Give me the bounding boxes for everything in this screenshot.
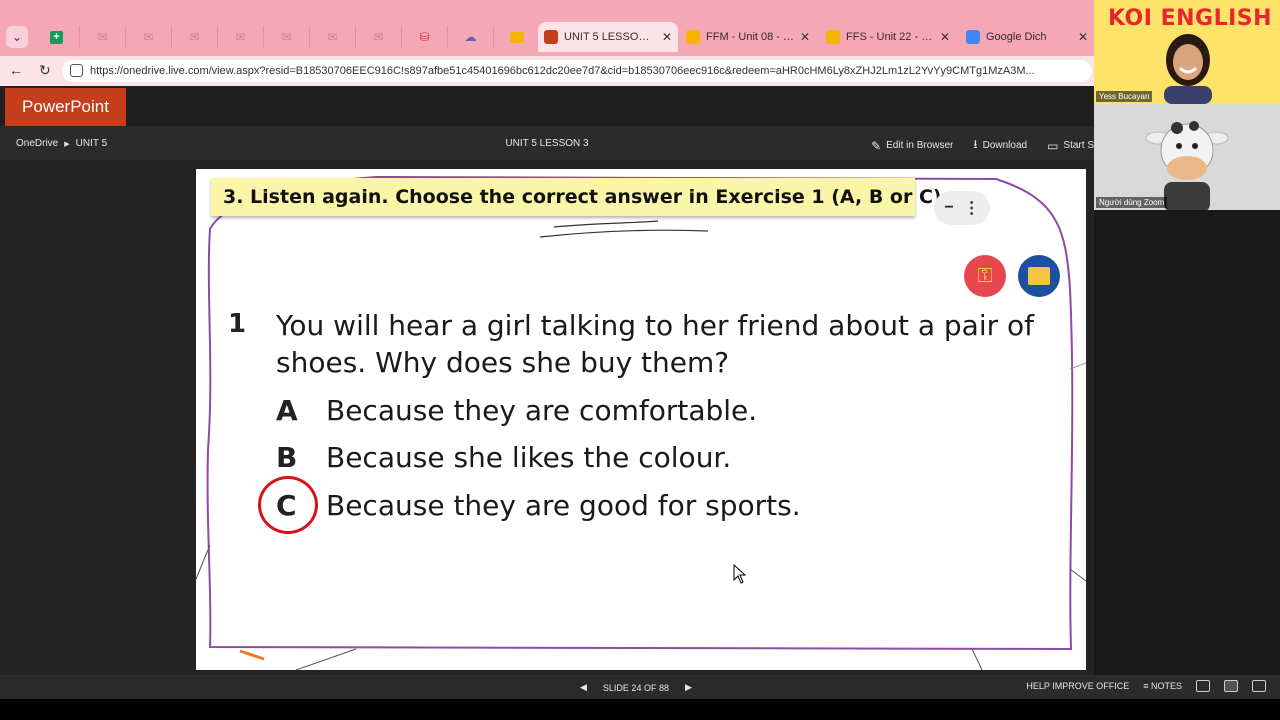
option-letter: B	[276, 440, 298, 474]
status-right: HELP IMPROVE OFFICE ≡ NOTES	[1026, 680, 1266, 692]
pencil-icon: ✎	[871, 138, 882, 153]
question-text: You will hear a girl talking to her frie…	[276, 309, 1035, 379]
back-arrow-icon[interactable]: ←	[9, 62, 23, 78]
browser-tab-bar: ⌄ + ✉ ✉ ✉ ✉ ✉ ✉ ✉ ⛁ ☁ UNIT 5 LESSON 3.pp…	[0, 0, 1094, 56]
pinned-tab-3[interactable]: ✉	[172, 26, 218, 48]
option-c: C Because they are good for sports.	[276, 485, 801, 525]
tab-unit5-lesson3[interactable]: UNIT 5 LESSON 3.ppt ✕	[538, 22, 678, 52]
tab-ffs-unit22[interactable]: FFS - Unit 22 - In our ✕	[820, 24, 956, 50]
powerpoint-favicon-icon	[544, 30, 558, 44]
url-text: https://onedrive.live.com/view.aspx?resi…	[90, 65, 1035, 77]
site-info-icon[interactable]	[70, 64, 83, 77]
slides-favicon-icon	[686, 30, 700, 44]
exercise-instruction: 3. Listen again. Choose the correct answ…	[211, 178, 949, 216]
option-b: B Because she likes the colour.	[276, 437, 731, 477]
viewer-actions: ✎ Edit in Browser ⭳ Download ▭ Start S	[871, 135, 1094, 156]
slides-favicon-icon	[826, 30, 840, 44]
tab-close-icon[interactable]: ✕	[662, 30, 672, 44]
pinned-tab-1[interactable]: ✉	[80, 26, 126, 48]
status-bar: ◀ SLIDE 24 OF 88 ▶ HELP IMPROVE OFFICE ≡…	[0, 675, 1280, 699]
tab-title: FFS - Unit 22 - In our	[846, 31, 934, 43]
slide-mini-toolbar[interactable]: − ⋮	[934, 191, 990, 225]
pinned-tab-5[interactable]: ✉	[264, 26, 310, 48]
tab-ffm-unit08[interactable]: FFM - Unit 08 - The h ✕	[680, 24, 816, 50]
tab-search-button[interactable]: ⌄	[6, 26, 28, 48]
pinned-tab-slides[interactable]	[494, 26, 540, 48]
participant-name-tag: Yess Bucayan	[1096, 91, 1153, 102]
app-logo[interactable]: PowerPoint	[5, 88, 126, 126]
pinned-tab-2[interactable]: ✉	[126, 26, 172, 48]
option-text: Because they are comfortable.	[326, 393, 758, 427]
tab-close-icon[interactable]: ✕	[1078, 30, 1088, 44]
pinned-tab-4[interactable]: ✉	[218, 26, 264, 48]
address-bar-row: ← ↻ https://onedrive.live.com/view.aspx?…	[0, 56, 1094, 86]
slide-counter: SLIDE 24 OF 88	[602, 682, 669, 693]
next-slide-icon[interactable]: ▶	[685, 682, 692, 693]
edit-in-browser-button[interactable]: ✎ Edit in Browser	[871, 139, 953, 153]
edit-label: Edit in Browser	[886, 140, 954, 151]
tab-google-dich[interactable]: Google Dich ✕	[960, 24, 1094, 50]
taskbar-strip	[0, 699, 1280, 720]
answer-circle-mark	[258, 476, 318, 534]
notes-button[interactable]: ≡ NOTES	[1143, 681, 1182, 691]
download-label: Download	[982, 140, 1028, 151]
tab-close-icon[interactable]: ✕	[800, 30, 810, 44]
download-icon: ⭳	[973, 137, 978, 151]
minimize-icon[interactable]: −	[944, 199, 953, 217]
participant-name-tag: Người dùng Zoom	[1096, 197, 1168, 208]
option-text: Because they are good for sports.	[326, 488, 801, 522]
previous-slide-icon[interactable]: ◀	[580, 682, 587, 693]
start-slideshow-button[interactable]: ▭ Start S	[1047, 139, 1094, 153]
pinned-tab-acrobat[interactable]: ⛁	[402, 26, 448, 48]
tab-close-icon[interactable]: ✕	[940, 30, 950, 44]
download-button[interactable]: ⭳ Download	[973, 135, 1027, 156]
app-header: PowerPoint	[0, 86, 1094, 126]
book-icon	[1028, 267, 1050, 285]
slide: 3. Listen again. Choose the correct answ…	[196, 169, 1086, 670]
start-label: Start S	[1063, 140, 1094, 151]
slideshow-icon: ▭	[1047, 138, 1059, 153]
tab-title: UNIT 5 LESSON 3.ppt	[564, 31, 656, 43]
question-number: 1	[228, 309, 247, 339]
answer-key-button[interactable]: ⚿	[964, 255, 1006, 297]
book-button[interactable]	[1018, 255, 1060, 297]
notes-label: NOTES	[1150, 681, 1182, 691]
command-bar: OneDrive ▶ UNIT 5 UNIT 5 LESSON 3 ✎ Edit …	[0, 126, 1094, 160]
url-field[interactable]: https://onedrive.live.com/view.aspx?resi…	[62, 60, 1092, 82]
option-letter: A	[276, 393, 298, 427]
cow-avatar-icon	[1145, 121, 1229, 210]
pinned-tab-7[interactable]: ✉	[356, 26, 402, 48]
participant-tile-teacher[interactable]: KOI ENGLISH Yess Bucayan	[1094, 0, 1280, 104]
zoom-video-panel: KOI ENGLISH Yess Bucayan Người dùng Zoom	[1094, 0, 1280, 675]
option-a: A Because they are comfortable.	[276, 390, 757, 430]
pinned-tab-sheets[interactable]: +	[34, 26, 80, 48]
more-options-icon[interactable]: ⋮	[964, 198, 980, 218]
pinned-tab-cloud[interactable]: ☁	[448, 26, 494, 48]
tab-title: Google Dich	[986, 31, 1047, 43]
normal-view-icon[interactable]	[1196, 680, 1210, 692]
google-translate-favicon-icon	[966, 30, 980, 44]
pinned-tab-6[interactable]: ✉	[310, 26, 356, 48]
participant-video-person	[1164, 34, 1212, 104]
key-icon: ⚿	[977, 264, 993, 287]
participant-tile-zoom-user[interactable]: Người dùng Zoom	[1094, 104, 1280, 210]
reading-view-icon[interactable]	[1224, 680, 1238, 692]
slide-navigator: ◀ SLIDE 24 OF 88 ▶	[580, 682, 692, 693]
mouse-pointer-icon	[733, 564, 747, 584]
help-improve-office-link[interactable]: HELP IMPROVE OFFICE	[1026, 681, 1129, 691]
reload-icon[interactable]: ↻	[39, 62, 51, 79]
slideshow-view-icon[interactable]	[1252, 680, 1266, 692]
option-text: Because she likes the colour.	[326, 440, 732, 474]
tab-title: FFM - Unit 08 - The h	[706, 31, 794, 43]
